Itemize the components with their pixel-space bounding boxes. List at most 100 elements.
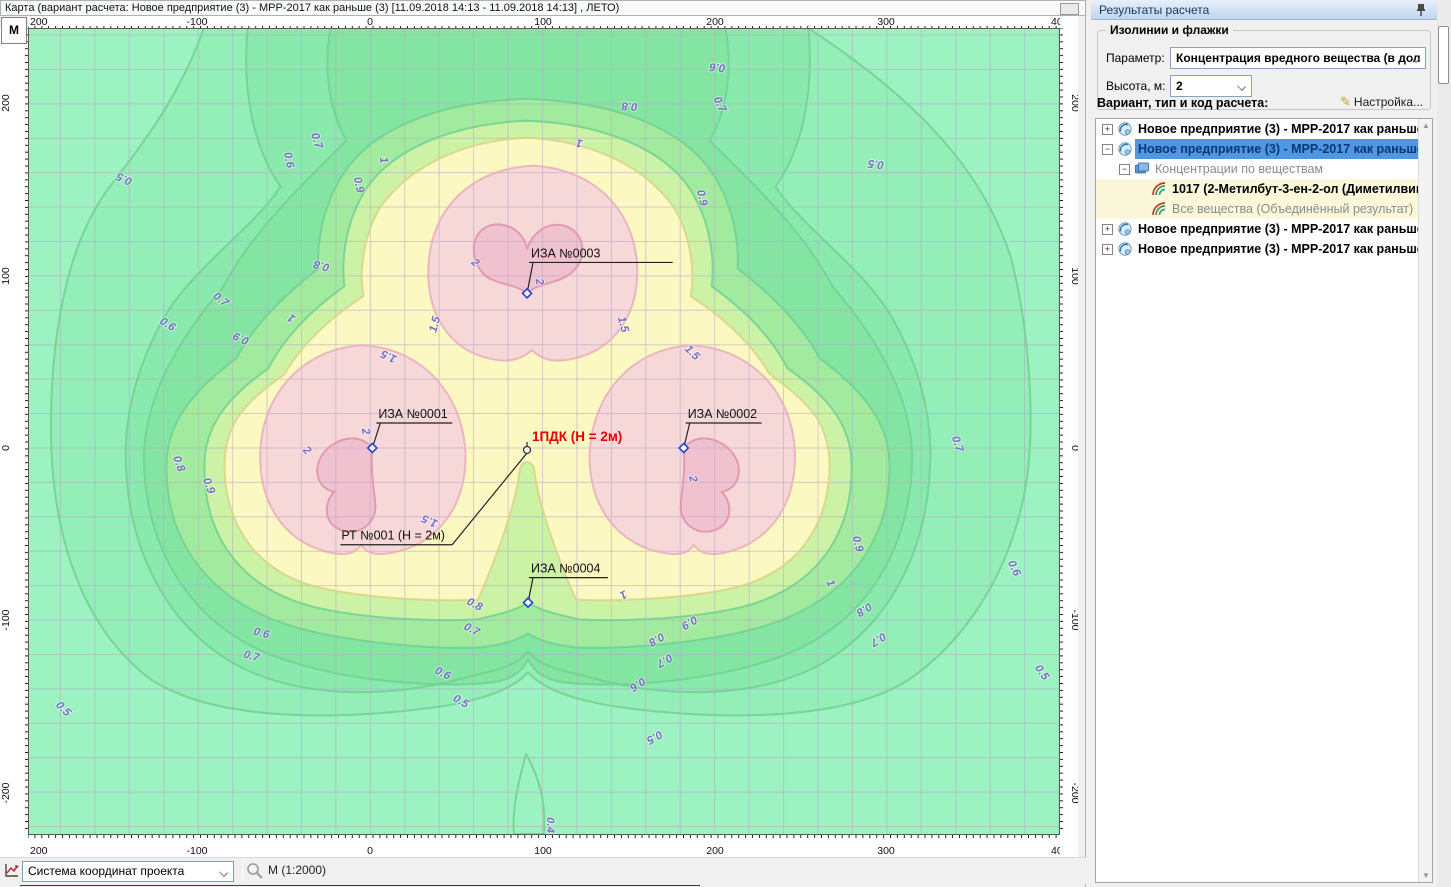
isolines-icon: [1151, 181, 1167, 197]
tree-row-label[interactable]: Новое предприятие (3) - МРР-2017 как ран…: [1135, 239, 1433, 259]
receptor-label: РТ №001 (Н = 2м): [341, 529, 445, 543]
map-status-bar: Система координат проекта М (1:2000): [0, 857, 1086, 884]
param-label: Параметр:: [1106, 51, 1165, 65]
tree-row[interactable]: Все вещества (Объединённый результат): [1096, 199, 1432, 219]
pdk-annotation: 1ПДК (Н = 2м): [532, 429, 622, 444]
ruler-x-label: 300: [877, 17, 895, 28]
ruler-x-label: 200: [706, 17, 724, 28]
variant-section-label: Вариант, тип и код расчета:: [1097, 96, 1268, 110]
emission-source-label: ИЗА №0001: [378, 407, 447, 421]
status-separator: [242, 860, 243, 882]
ruler-x-label: 200: [706, 845, 724, 857]
isoline-value-label: 0.5: [867, 157, 885, 171]
isolines-icon: [1151, 201, 1167, 217]
expand-icon[interactable]: +: [1102, 124, 1113, 135]
tree-row-label[interactable]: Концентрации по веществам: [1152, 159, 1326, 179]
side-strip-handle[interactable]: [1438, 26, 1449, 84]
ruler-x-label: 100: [534, 17, 552, 28]
ruler-x-label: 200: [30, 845, 48, 857]
expand-icon[interactable]: +: [1102, 224, 1113, 235]
tree-row-label[interactable]: Новое предприятие (3) - МРР-2017 как ран…: [1135, 139, 1418, 159]
height-value: 2: [1176, 79, 1183, 93]
ruler-y-label: 100: [1069, 267, 1078, 285]
variant-icon: [1117, 141, 1133, 157]
zoom-icon: [246, 862, 264, 880]
collapse-icon[interactable]: −: [1119, 164, 1130, 175]
height-label: Высота, м:: [1106, 79, 1165, 93]
scroll-down-icon[interactable]: ▼: [1419, 871, 1433, 880]
settings-link[interactable]: ✎Настройка...: [1340, 94, 1423, 110]
ruler-x-label: 0: [367, 845, 373, 857]
ruler-y-label: 0: [0, 445, 12, 451]
map-scale-label: М (1:2000): [268, 863, 326, 877]
tree-row[interactable]: + Новое предприятие (3) - МРР-2017 как ра…: [1096, 119, 1432, 139]
isoline-value-label: 0.6: [708, 60, 726, 73]
variant-icon: [1117, 121, 1133, 137]
pin-icon[interactable]: [1415, 3, 1427, 17]
ruler-bottom: 200 -100 0 100 200 300 40: [28, 835, 1060, 857]
folder-icon: [1134, 161, 1150, 177]
side-strip: [1437, 0, 1451, 887]
ruler-y-label: -200: [0, 782, 12, 803]
expand-icon[interactable]: +: [1102, 244, 1113, 255]
ruler-y-label: -100: [1069, 609, 1078, 630]
scroll-up-icon[interactable]: ▲: [1419, 121, 1433, 130]
tree-row[interactable]: − Концентрации по веществам: [1096, 159, 1432, 179]
param-select[interactable]: Концентрация вредного вещества (в дол: [1170, 47, 1426, 69]
tree-row[interactable]: − Новое предприятие (3) - МРР-2017 как ра…: [1096, 139, 1432, 159]
ruler-x-label: 40: [1051, 845, 1060, 857]
emission-source-label: ИЗА №0004: [531, 562, 600, 576]
tree-scrollbar[interactable]: ▲ ▼: [1418, 119, 1432, 882]
calculation-results-tree: + Новое предприятие (3) - МРР-2017 как ра…: [1095, 118, 1433, 883]
tree-row-label[interactable]: 1017 (2-Метилбут-3-ен-2-ол (Диметилвинил: [1169, 179, 1433, 199]
ruler-x-label: 200: [30, 17, 48, 28]
tree-row[interactable]: + Новое предприятие (3) - МРР-2017 как ра…: [1096, 239, 1432, 259]
ruler-left: 200 100 0 -100 -200: [0, 28, 28, 835]
variant-icon: [1117, 241, 1133, 257]
ruler-x-label: 300: [877, 845, 895, 857]
variant-icon: [1117, 221, 1133, 237]
tree-row-label[interactable]: Новое предприятие (3) - МРР-2017 как ран…: [1135, 119, 1433, 139]
pencil-icon: ✎: [1340, 94, 1351, 109]
param-value: Концентрация вредного вещества (в дол: [1176, 51, 1421, 65]
results-panel-title-bar: Результаты расчета: [1091, 0, 1437, 20]
results-panel-title: Результаты расчета: [1099, 3, 1209, 17]
results-panel: Результаты расчета Изолинии и флажки Пар…: [1091, 0, 1437, 887]
ruler-right: 2001000-100-200: [1060, 28, 1078, 835]
map-title: Карта (вариант расчета: Новое предприяти…: [5, 2, 619, 14]
ruler-x-label: 40: [1051, 17, 1060, 28]
ruler-top: 200-100010020030040: [28, 16, 1060, 28]
ruler-y-label: -200: [1069, 782, 1078, 803]
coordinate-system-select[interactable]: Система координат проекта: [22, 861, 234, 882]
ruler-units-button[interactable]: М: [1, 17, 27, 44]
tree-row-label[interactable]: Все вещества (Объединённый результат): [1169, 199, 1416, 219]
window-edge: [20, 885, 700, 886]
map-window: Карта (вариант расчета: Новое предприяти…: [0, 0, 1086, 887]
height-select[interactable]: 2: [1170, 75, 1252, 97]
ruler-y-label: 200: [1069, 94, 1078, 112]
ruler-x-label: 100: [534, 845, 552, 857]
map-window-menu-button[interactable]: [1060, 3, 1079, 15]
ruler-x-label: -100: [186, 17, 207, 28]
chevron-down-icon: [1237, 82, 1246, 91]
uprza-ecolog-app: Карта (вариант расчета: Новое предприяти…: [0, 0, 1451, 887]
emission-source-label: ИЗА №0003: [531, 246, 600, 260]
isoline-value-label: 0.8: [621, 99, 638, 112]
tree-row[interactable]: 1017 (2-Метилбут-3-ен-2-ол (Диметилвинил: [1096, 179, 1432, 199]
ruler-x-label: -100: [186, 845, 207, 857]
isolines-group-title: Изолинии и флажки: [1106, 23, 1233, 37]
coordinate-system-icon: [3, 862, 20, 879]
map-canvas[interactable]: 0.50.60.710.90.80.70.60.911.5221.51.50.8…: [28, 28, 1060, 835]
ruler-corner: [1060, 16, 1078, 28]
chevron-down-icon: [219, 868, 228, 877]
tree-row-label[interactable]: Новое предприятие (3) - МРР-2017 как ран…: [1135, 219, 1433, 239]
settings-link-label: Настройка...: [1354, 95, 1423, 109]
ruler-y-label: -100: [0, 609, 12, 630]
isoline-value-label: 0.4: [544, 817, 556, 834]
map-title-bar: Карта (вариант расчета: Новое предприяти…: [0, 0, 1086, 16]
emission-source-label: ИЗА №0002: [688, 407, 757, 421]
ruler-y-label: 200: [0, 94, 12, 112]
collapse-icon[interactable]: −: [1102, 144, 1113, 155]
ruler-y-label: 100: [0, 267, 12, 285]
tree-row[interactable]: + Новое предприятие (3) - МРР-2017 как ра…: [1096, 219, 1432, 239]
